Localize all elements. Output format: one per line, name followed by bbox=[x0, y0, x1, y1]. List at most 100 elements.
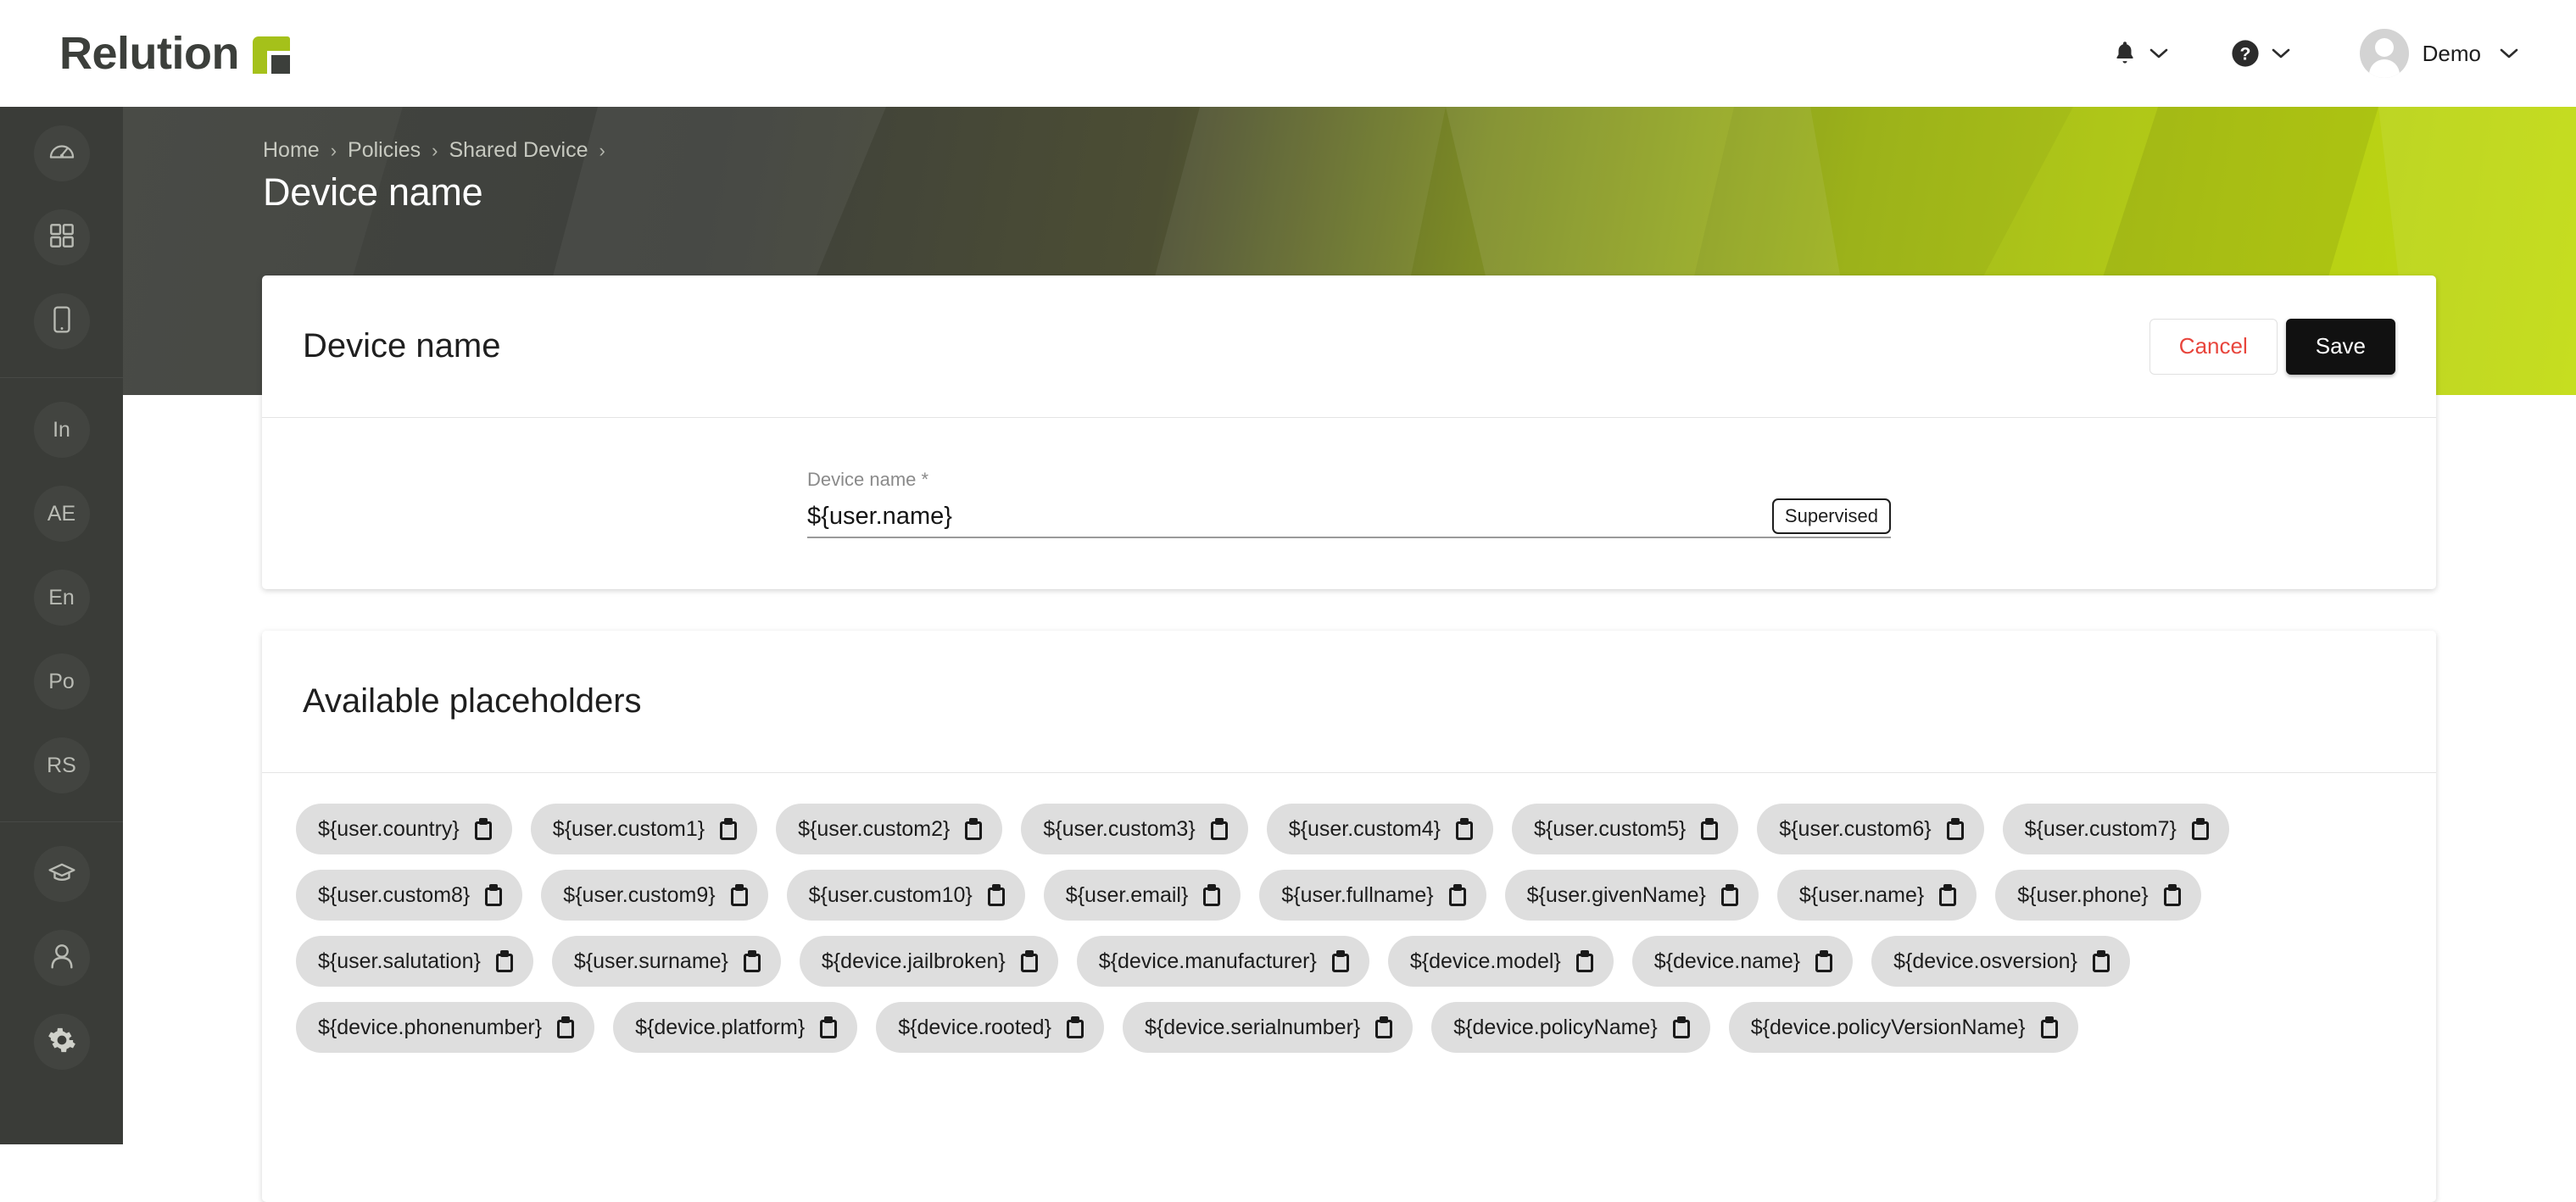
sidebar-item-enrollment[interactable]: En bbox=[33, 570, 90, 626]
placeholder-chip[interactable]: ${device.serialnumber} bbox=[1122, 1002, 1413, 1053]
device-name-field-group: Device name * ${user.name} Supervised bbox=[807, 469, 1891, 538]
clipboard-copy-icon[interactable] bbox=[557, 1016, 575, 1038]
clipboard-copy-icon[interactable] bbox=[1455, 818, 1473, 840]
clipboard-copy-icon[interactable] bbox=[474, 818, 492, 840]
placeholder-chip[interactable]: ${user.custom3} bbox=[1021, 804, 1248, 854]
placeholder-chip[interactable]: ${device.platform} bbox=[613, 1002, 858, 1053]
speedometer-icon bbox=[47, 137, 76, 170]
placeholder-chip-label: ${user.custom3} bbox=[1043, 816, 1196, 841]
placeholder-chip[interactable]: ${user.fullname} bbox=[1259, 870, 1486, 921]
clipboard-copy-icon[interactable] bbox=[1720, 884, 1738, 906]
sidebar-item-devices[interactable] bbox=[33, 293, 90, 349]
clipboard-copy-icon[interactable] bbox=[1575, 950, 1593, 972]
clipboard-copy-icon[interactable] bbox=[1066, 1016, 1084, 1038]
placeholder-chip-label: ${user.salutation} bbox=[318, 949, 481, 973]
placeholder-chip[interactable]: ${user.custom5} bbox=[1511, 804, 1739, 854]
placeholder-chip[interactable]: ${user.custom4} bbox=[1266, 804, 1493, 854]
brand-logo[interactable]: Relution bbox=[59, 27, 290, 80]
breadcrumb-item-home[interactable]: Home bbox=[263, 138, 320, 163]
clipboard-copy-icon[interactable] bbox=[1375, 1016, 1393, 1038]
breadcrumb-item-shared-device[interactable]: Shared Device bbox=[449, 138, 588, 163]
save-button[interactable]: Save bbox=[2285, 318, 2395, 375]
placeholder-chip[interactable]: ${user.email} bbox=[1043, 870, 1241, 921]
clipboard-copy-icon[interactable] bbox=[820, 1016, 838, 1038]
placeholder-chip[interactable]: ${user.custom8} bbox=[296, 870, 523, 921]
placeholder-chip[interactable]: ${device.model} bbox=[1387, 936, 1614, 987]
page-title: Device name bbox=[263, 170, 483, 214]
placeholder-chip-label: ${user.phone} bbox=[2017, 882, 2149, 907]
placeholder-chip-label: ${device.rooted} bbox=[898, 1015, 1051, 1039]
placeholder-chip-row: ${device.phonenumber} ${device.platform} $… bbox=[296, 1002, 2402, 1053]
placeholder-chip[interactable]: ${user.custom2} bbox=[776, 804, 1003, 854]
top-header-bar: Relution ? Demo bbox=[0, 0, 2576, 107]
clipboard-copy-icon[interactable] bbox=[1448, 884, 1466, 906]
device-name-input[interactable]: ${user.name} bbox=[807, 503, 1772, 531]
clipboard-copy-icon[interactable] bbox=[965, 818, 983, 840]
sidebar-item-android-enterprise[interactable]: AE bbox=[33, 486, 90, 542]
sidebar-item-label: RS bbox=[47, 753, 76, 777]
sidebar-item-academy[interactable] bbox=[33, 846, 90, 902]
placeholder-chip[interactable]: ${device.policyName} bbox=[1431, 1002, 1710, 1053]
clipboard-copy-icon[interactable] bbox=[730, 884, 748, 906]
placeholder-chip[interactable]: ${user.phone} bbox=[1995, 870, 2201, 921]
clipboard-copy-icon[interactable] bbox=[1815, 950, 1833, 972]
placeholder-chip[interactable]: ${device.osversion} bbox=[1871, 936, 2130, 987]
clipboard-copy-icon[interactable] bbox=[2163, 884, 2181, 906]
clipboard-copy-icon[interactable] bbox=[1946, 818, 1964, 840]
sidebar-item-reports[interactable]: RS bbox=[33, 737, 90, 793]
placeholder-chip[interactable]: ${user.givenName} bbox=[1504, 870, 1759, 921]
placeholder-chip[interactable]: ${device.rooted} bbox=[876, 1002, 1104, 1053]
clipboard-copy-icon[interactable] bbox=[987, 884, 1005, 906]
form-card-header: Device name Cancel Save bbox=[262, 275, 2436, 418]
clipboard-copy-icon[interactable] bbox=[1210, 818, 1228, 840]
placeholder-chip[interactable]: ${user.salutation} bbox=[296, 936, 533, 987]
notifications-menu[interactable] bbox=[2095, 31, 2185, 76]
clipboard-copy-icon[interactable] bbox=[2040, 1016, 2058, 1038]
placeholder-chip[interactable]: ${device.phonenumber} bbox=[296, 1002, 595, 1053]
placeholder-chip[interactable]: ${device.policyVersionName} bbox=[1728, 1002, 2078, 1053]
form-card-body: Device name * ${user.name} Supervised bbox=[262, 418, 2436, 588]
gear-icon bbox=[47, 1026, 76, 1059]
placeholder-chip[interactable]: ${user.surname} bbox=[551, 936, 781, 987]
breadcrumb-item-policies[interactable]: Policies bbox=[348, 138, 421, 163]
placeholder-chip[interactable]: ${device.manufacturer} bbox=[1076, 936, 1369, 987]
placeholder-chip-label: ${user.country} bbox=[318, 816, 460, 841]
placeholder-chip[interactable]: ${device.jailbroken} bbox=[799, 936, 1058, 987]
clipboard-copy-icon[interactable] bbox=[1701, 818, 1719, 840]
grid-icon bbox=[48, 222, 75, 253]
placeholder-chip-row: ${user.salutation} ${user.surname} ${devic… bbox=[296, 936, 2402, 987]
clipboard-copy-icon[interactable] bbox=[720, 818, 738, 840]
sidebar-item-dashboard[interactable] bbox=[33, 125, 90, 181]
clipboard-copy-icon[interactable] bbox=[743, 950, 761, 972]
placeholder-chip[interactable]: ${device.name} bbox=[1631, 936, 1854, 987]
placeholder-chip[interactable]: ${user.country} bbox=[296, 804, 512, 854]
clipboard-copy-icon[interactable] bbox=[485, 884, 503, 906]
available-placeholders-card: Available placeholders ${user.country} ${… bbox=[262, 631, 2436, 1202]
sidebar-item-policies[interactable]: Po bbox=[33, 654, 90, 710]
clipboard-copy-icon[interactable] bbox=[1203, 884, 1221, 906]
device-name-input-row[interactable]: ${user.name} Supervised bbox=[807, 498, 1891, 538]
cancel-button[interactable]: Cancel bbox=[2149, 318, 2278, 375]
sidebar-item-settings[interactable] bbox=[33, 1014, 90, 1070]
placeholder-chip[interactable]: ${user.custom6} bbox=[1757, 804, 1984, 854]
clipboard-copy-icon[interactable] bbox=[1939, 884, 1957, 906]
clipboard-copy-icon[interactable] bbox=[1672, 1016, 1690, 1038]
sidebar-item-apps[interactable] bbox=[33, 209, 90, 265]
clipboard-copy-icon[interactable] bbox=[495, 950, 513, 972]
user-menu[interactable]: Demo bbox=[2343, 20, 2535, 86]
clipboard-copy-icon[interactable] bbox=[1331, 950, 1349, 972]
clipboard-copy-icon[interactable] bbox=[2191, 818, 2209, 840]
placeholder-chip[interactable]: ${user.custom1} bbox=[530, 804, 758, 854]
placeholder-chip[interactable]: ${user.custom7} bbox=[2002, 804, 2229, 854]
placeholder-chip-label: ${user.fullname} bbox=[1281, 882, 1434, 907]
placeholder-chip[interactable]: ${user.custom10} bbox=[786, 870, 1025, 921]
placeholder-chip[interactable]: ${user.name} bbox=[1776, 870, 1977, 921]
sidebar-item-label: AE bbox=[47, 501, 76, 526]
sidebar-item-users[interactable] bbox=[33, 930, 90, 986]
clipboard-copy-icon[interactable] bbox=[2092, 950, 2110, 972]
placeholder-chip[interactable]: ${user.custom9} bbox=[541, 870, 768, 921]
help-menu[interactable]: ? bbox=[2214, 31, 2307, 76]
user-icon bbox=[49, 943, 75, 974]
clipboard-copy-icon[interactable] bbox=[1020, 950, 1038, 972]
sidebar-item-inventory[interactable]: In bbox=[33, 402, 90, 458]
